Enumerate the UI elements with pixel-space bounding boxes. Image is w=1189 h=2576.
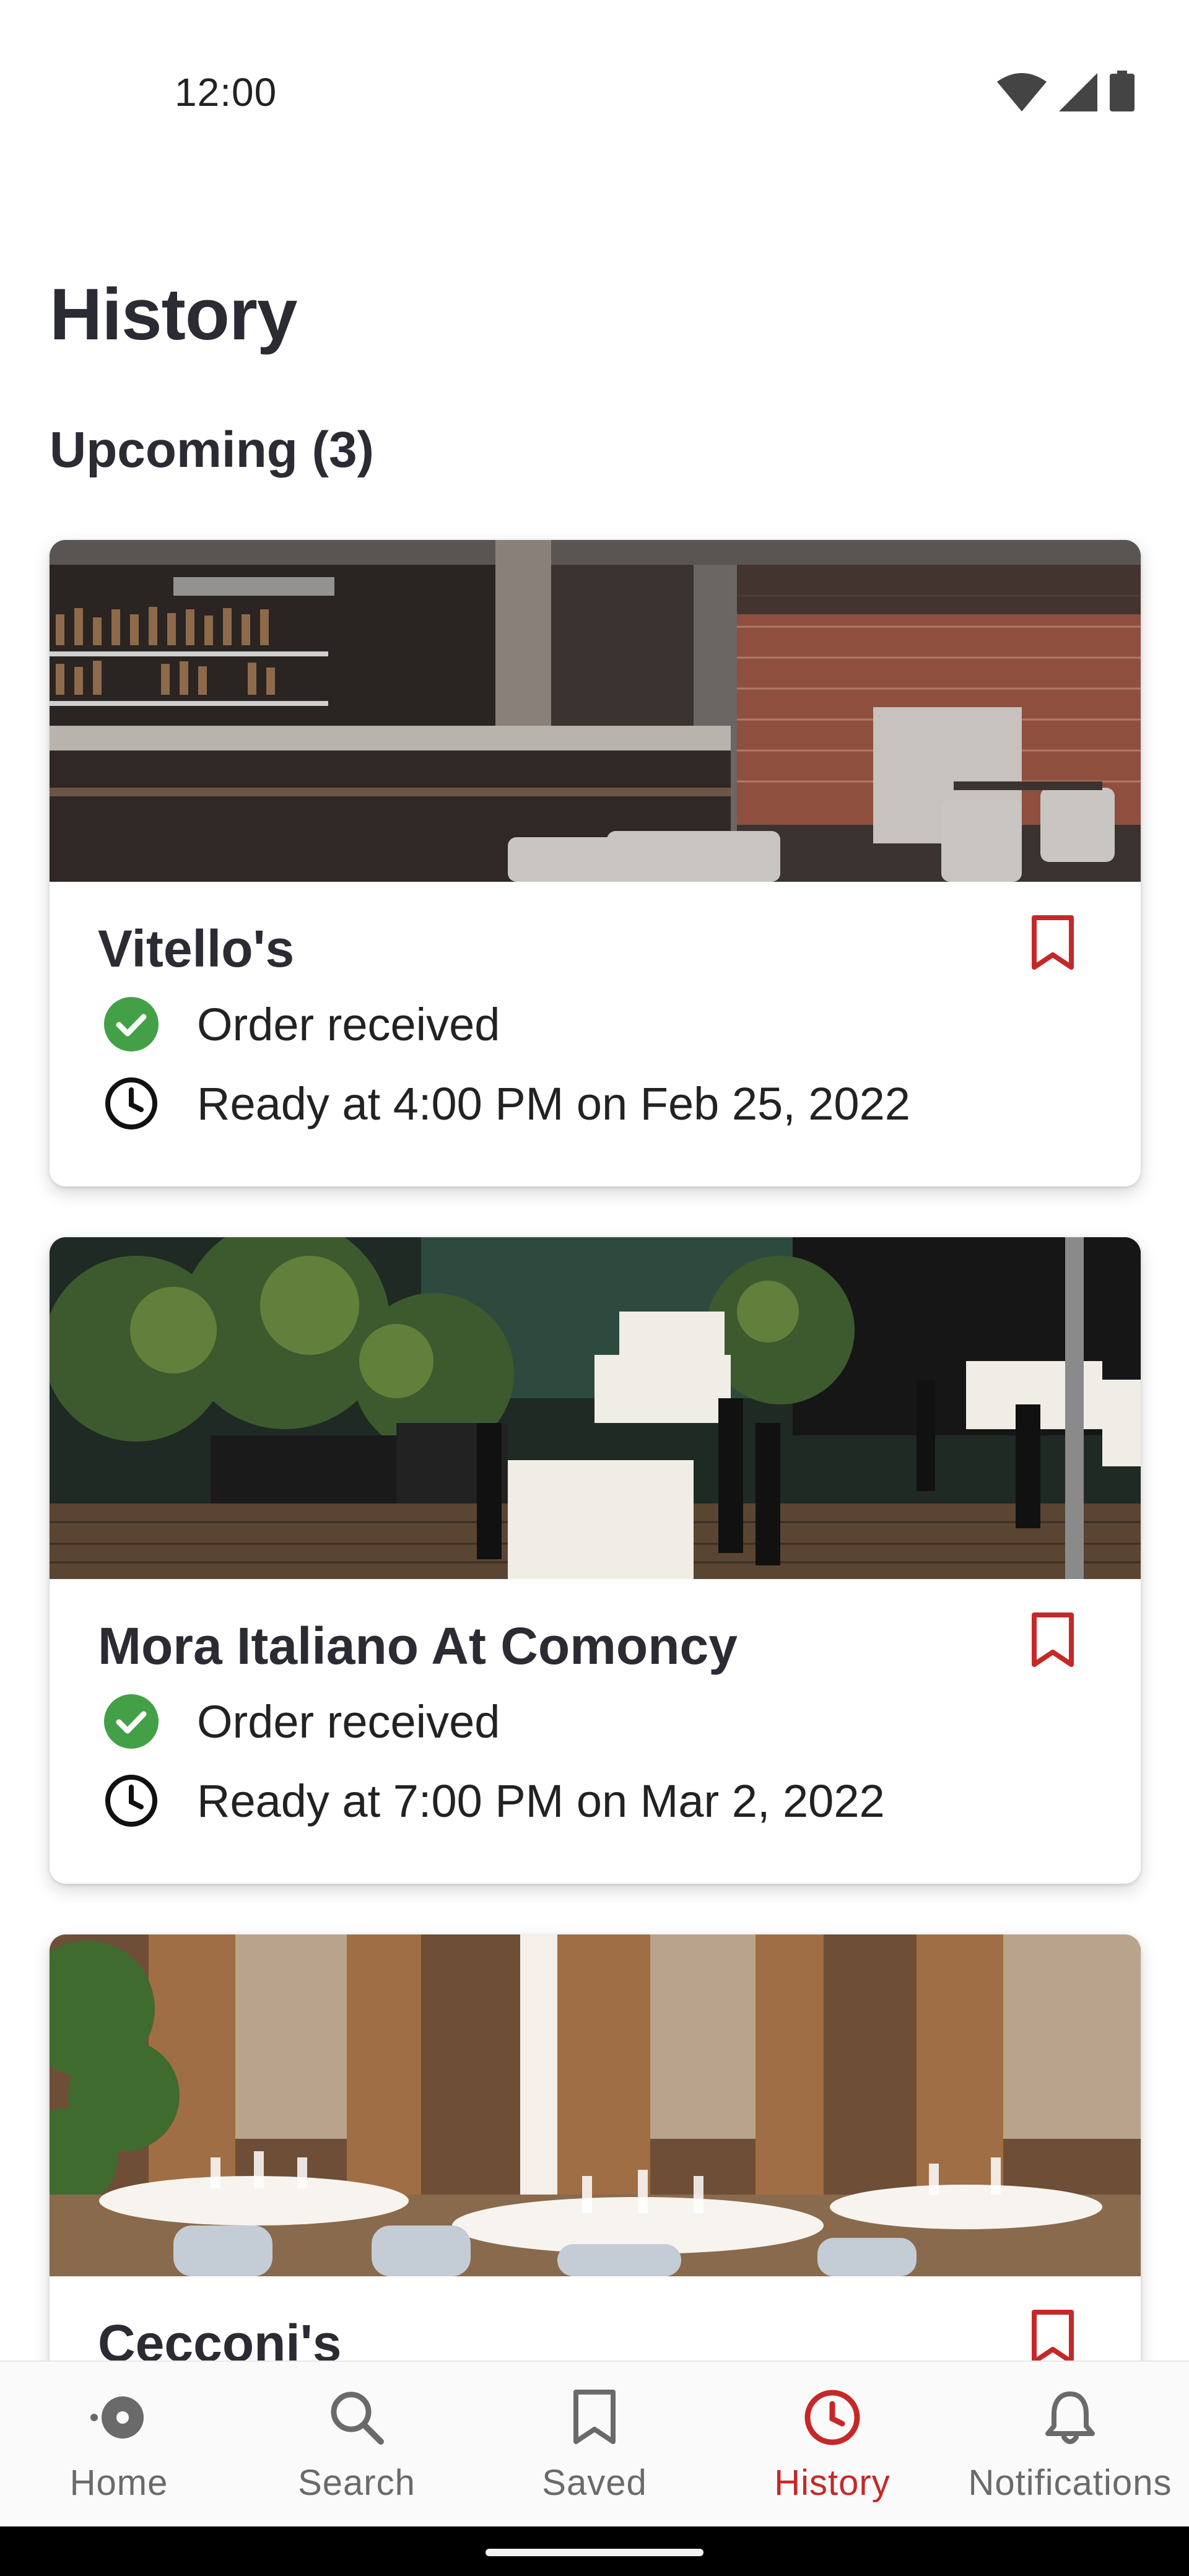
nav-history[interactable]: History bbox=[713, 2362, 951, 2528]
nav-label: Saved bbox=[542, 2463, 647, 2503]
nav-label: Home bbox=[69, 2463, 168, 2503]
section-title-upcoming: Upcoming (3) bbox=[50, 422, 374, 478]
order-status-text: Order received bbox=[197, 1695, 500, 1747]
bookmark-icon bbox=[573, 2390, 616, 2444]
clock-icon bbox=[105, 1077, 157, 1129]
check-circle-icon bbox=[104, 1694, 159, 1749]
home-icon bbox=[90, 2396, 144, 2439]
ready-time-row: Ready at 4:00 PM on Feb 25, 2022 bbox=[103, 1075, 910, 1132]
clock-icon bbox=[105, 1775, 157, 1827]
order-status-text: Order received bbox=[197, 998, 500, 1050]
wifi-icon bbox=[997, 73, 1047, 111]
reservation-card[interactable]: Vitello's Order received Ready at 4:00 P… bbox=[50, 540, 1141, 1186]
restaurant-name: Mora Italiano At Comoncy bbox=[98, 1617, 738, 1675]
order-status-row: Order received bbox=[103, 996, 500, 1053]
nav-label: Notifications bbox=[968, 2463, 1172, 2503]
status-icons bbox=[997, 68, 1135, 111]
restaurant-photo bbox=[50, 540, 1141, 882]
bell-icon bbox=[1045, 2391, 1095, 2444]
ready-time-row: Ready at 7:00 PM on Mar 2, 2022 bbox=[103, 1772, 885, 1829]
bookmark-button[interactable] bbox=[1022, 1606, 1084, 1674]
restaurant-name: Vitello's bbox=[98, 920, 295, 978]
bookmark-icon bbox=[1032, 915, 1074, 970]
battery-icon bbox=[1110, 71, 1135, 111]
bookmark-icon bbox=[1032, 2310, 1074, 2364]
reservation-card[interactable]: Mora Italiano At Comoncy Order received bbox=[50, 1237, 1141, 1884]
clock-icon bbox=[804, 2390, 860, 2445]
order-status-row: Order received bbox=[103, 1693, 500, 1750]
history-screen: 12:00 History Upcoming (3) Vitello's Ord… bbox=[0, 0, 1189, 2576]
home-gesture-handle[interactable] bbox=[486, 2549, 703, 2556]
nav-label: History bbox=[774, 2463, 891, 2503]
status-bar: 12:00 bbox=[0, 0, 1189, 186]
restaurant-photo bbox=[50, 1934, 1141, 2276]
nav-notifications[interactable]: Notifications bbox=[951, 2362, 1189, 2528]
bookmark-button[interactable] bbox=[1022, 909, 1084, 977]
nav-saved[interactable]: Saved bbox=[476, 2362, 713, 2528]
reservation-card[interactable]: Cecconi's bbox=[50, 1934, 1141, 2405]
check-circle-icon bbox=[104, 997, 159, 1051]
nav-label: Search bbox=[298, 2463, 416, 2503]
status-time: 12:00 bbox=[175, 70, 277, 115]
bookmark-icon bbox=[1032, 1612, 1074, 1667]
page-title: History bbox=[50, 274, 298, 355]
ready-time-text: Ready at 7:00 PM on Mar 2, 2022 bbox=[197, 1775, 885, 1827]
ready-time-text: Ready at 4:00 PM on Feb 25, 2022 bbox=[197, 1077, 910, 1129]
restaurant-photo bbox=[50, 1237, 1141, 1579]
search-icon bbox=[331, 2391, 384, 2445]
nav-search[interactable]: Search bbox=[238, 2362, 476, 2528]
cell-signal-icon bbox=[1059, 73, 1097, 111]
nav-home[interactable]: Home bbox=[0, 2362, 238, 2528]
bottom-navigation: Home Search Saved History Notifications bbox=[0, 2361, 1189, 2528]
